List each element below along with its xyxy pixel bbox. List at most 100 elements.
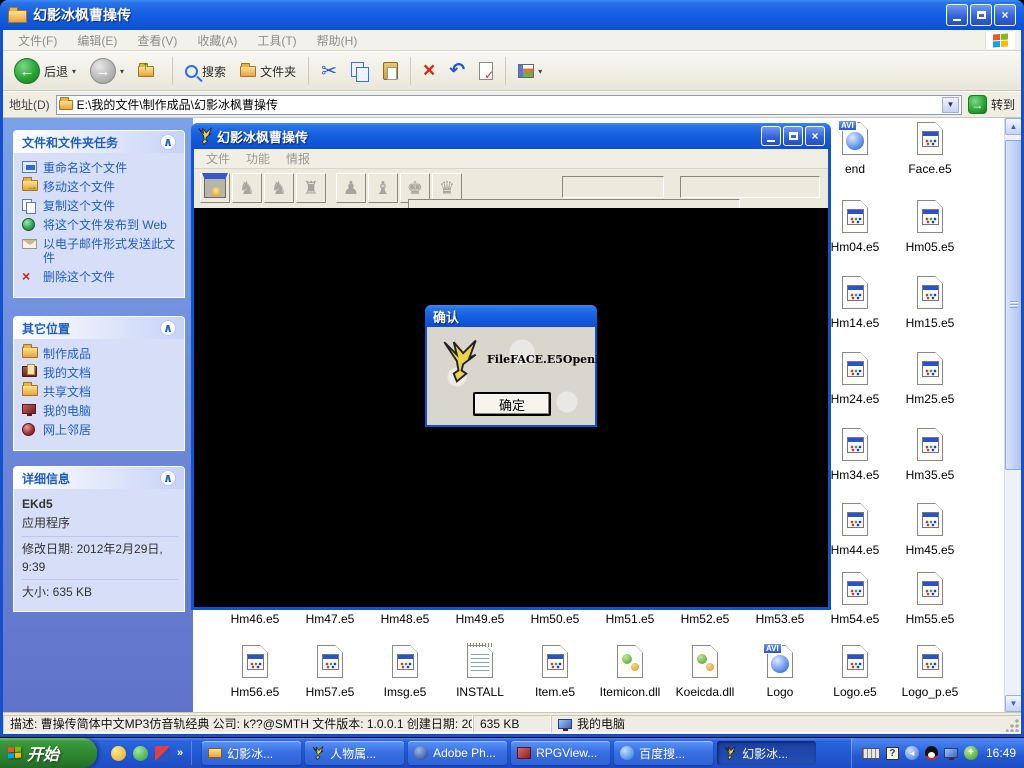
place-shared-documents[interactable]: 共享文档: [22, 385, 178, 399]
ok-button[interactable]: 确定: [473, 392, 551, 416]
scrollbar-thumb[interactable]: [1005, 140, 1021, 470]
taskbar-button-character[interactable]: 人物属...: [305, 741, 404, 765]
taskbar-button-explorer[interactable]: 幻影冰...: [202, 741, 301, 765]
other-places-header[interactable]: 其它位置 ∧: [14, 317, 184, 339]
taskbar-button-rpgviewer[interactable]: RPGView...: [511, 741, 610, 765]
close-button[interactable]: ×: [994, 4, 1016, 26]
file-item[interactable]: Imsg.e5: [370, 645, 440, 699]
file-item[interactable]: Hm45.e5: [895, 503, 965, 557]
start-button[interactable]: 开始: [0, 738, 97, 768]
address-dropdown-icon[interactable]: ▼: [942, 97, 959, 113]
file-item[interactable]: Logo.e5: [820, 645, 890, 699]
castle-toolbar-button[interactable]: [200, 173, 230, 203]
network-icon[interactable]: [944, 748, 958, 758]
toolbar-button[interactable]: ♞: [232, 173, 262, 203]
search-button[interactable]: 搜索: [180, 61, 231, 82]
resize-grip[interactable]: [1006, 718, 1020, 732]
delete-button[interactable]: ×: [418, 60, 440, 82]
task-rename[interactable]: 重命名这个文件: [22, 161, 178, 175]
file-item[interactable]: Hm15.e5: [895, 276, 965, 330]
antivirus-icon[interactable]: +: [964, 746, 978, 760]
quick-launch-icon[interactable]: [155, 746, 170, 761]
back-button[interactable]: ← 后退 ▾: [9, 56, 81, 86]
file-item[interactable]: Hm35.e5: [895, 428, 965, 482]
menu-edit[interactable]: 编辑(E): [68, 30, 126, 51]
address-combo[interactable]: E:\我的文件\制作成品\幻影冰枫曹操传 ▼: [56, 95, 962, 115]
qq-icon[interactable]: [925, 746, 938, 760]
scroll-up-icon[interactable]: ▲: [1005, 118, 1021, 135]
task-delete[interactable]: × 删除这个文件: [22, 270, 178, 284]
close-button[interactable]: ×: [805, 126, 825, 146]
file-item[interactable]: Item.e5: [520, 645, 590, 699]
folders-button[interactable]: 文件夹: [235, 61, 301, 82]
copy-button[interactable]: [346, 60, 374, 83]
game-menu-file[interactable]: 文件: [198, 149, 238, 168]
task-publish[interactable]: 将这个文件发布到 Web: [22, 218, 178, 232]
task-email[interactable]: 以电子邮件形式发送此文件: [22, 237, 178, 265]
go-button[interactable]: → 转到: [968, 95, 1015, 114]
back-dropdown-icon[interactable]: ▾: [72, 67, 76, 76]
minimize-button[interactable]: [761, 126, 781, 146]
chevron-up-icon[interactable]: ∧: [160, 320, 176, 336]
place-parent-folder[interactable]: 制作成品: [22, 347, 178, 361]
menu-favorites[interactable]: 收藏(A): [188, 30, 246, 51]
toolbar-button[interactable]: ♜: [296, 173, 326, 203]
menu-file[interactable]: 文件(F): [9, 30, 66, 51]
file-tasks-header[interactable]: 文件和文件夹任务 ∧: [14, 131, 184, 153]
file-item[interactable]: Hm05.e5: [895, 200, 965, 254]
menu-view[interactable]: 查看(V): [128, 30, 186, 51]
place-network[interactable]: 网上邻居: [22, 423, 178, 437]
toolbar-button[interactable]: ♟: [336, 173, 366, 203]
place-my-computer[interactable]: 我的电脑: [22, 404, 178, 418]
file-item[interactable]: Logo_p.e5: [895, 645, 965, 699]
tray-clock-icon[interactable]: ◂: [905, 746, 919, 760]
explorer-titlebar[interactable]: 幻影冰枫曹操传 ×: [0, 0, 1024, 30]
game-titlebar[interactable]: 幻影冰枫曹操传 ×: [191, 123, 831, 149]
dialog-titlebar[interactable]: 确认: [425, 305, 597, 327]
views-button[interactable]: ▾: [513, 62, 547, 80]
vertical-scrollbar[interactable]: ▲ ▼: [1004, 118, 1021, 712]
minimize-button[interactable]: [946, 4, 968, 26]
paste-button[interactable]: [378, 60, 403, 82]
game-menu-function[interactable]: 功能: [238, 149, 278, 168]
toolbar-button[interactable]: ♞: [264, 173, 294, 203]
address-text[interactable]: E:\我的文件\制作成品\幻影冰枫曹操传: [77, 96, 938, 113]
file-item[interactable]: Hm57.e5: [295, 645, 365, 699]
file-item[interactable]: Hm55.e5: [895, 572, 965, 626]
chevron-up-icon[interactable]: ∧: [160, 470, 176, 486]
maximize-button[interactable]: [970, 4, 992, 26]
game-menu-info[interactable]: 情报: [278, 149, 318, 168]
forward-dropdown-icon[interactable]: ▾: [120, 67, 124, 76]
up-button[interactable]: ↑: [133, 60, 165, 82]
file-item[interactable]: AVILogo: [745, 645, 815, 699]
quick-launch-overflow-icon[interactable]: »: [177, 747, 183, 759]
task-copy[interactable]: 复制这个文件: [22, 199, 178, 213]
file-item[interactable]: Hm25.e5: [895, 352, 965, 406]
taskbar-button-browser[interactable]: 百度搜...: [614, 741, 713, 765]
forward-button[interactable]: → ▾: [85, 56, 129, 86]
menu-tools[interactable]: 工具(T): [248, 30, 305, 51]
details-header[interactable]: 详细信息 ∧: [14, 467, 184, 489]
maximize-button[interactable]: [783, 126, 803, 146]
chevron-up-icon[interactable]: ∧: [160, 134, 176, 150]
views-dropdown-icon[interactable]: ▾: [538, 67, 542, 76]
taskbar-button-photoshop[interactable]: Adobe Ph...: [408, 741, 507, 765]
keyboard-layout-icon[interactable]: [862, 748, 880, 759]
toolbar-button[interactable]: ♝: [368, 173, 398, 203]
file-item[interactable]: Hm56.e5: [220, 645, 290, 699]
undo-button[interactable]: ↶: [444, 60, 470, 82]
taskbar-button-game-active[interactable]: 幻影冰...: [717, 741, 816, 765]
place-my-documents[interactable]: 我的文档: [22, 366, 178, 380]
menu-help[interactable]: 帮助(H): [308, 30, 367, 51]
cut-button[interactable]: ✂: [316, 58, 342, 85]
help-icon[interactable]: ?: [886, 747, 899, 760]
file-item[interactable]: Itemicon.dll: [595, 645, 665, 699]
file-item[interactable]: INSTALL: [445, 645, 515, 699]
task-move[interactable]: → 移动这个文件: [22, 180, 178, 194]
quick-launch-icon[interactable]: [133, 746, 148, 761]
quick-launch-icon[interactable]: [111, 746, 126, 761]
file-item[interactable]: Koeicda.dll: [670, 645, 740, 699]
properties-button[interactable]: [474, 60, 498, 82]
file-item[interactable]: Face.e5: [895, 122, 965, 176]
clock[interactable]: 16:49: [986, 746, 1016, 760]
